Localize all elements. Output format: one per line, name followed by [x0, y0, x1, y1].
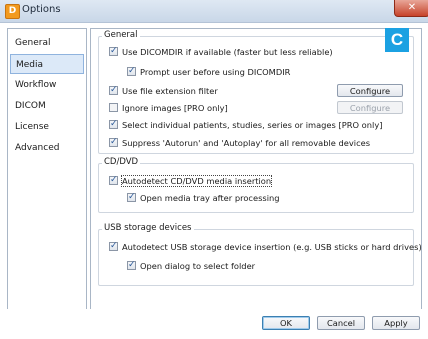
open-dialog-label: Open dialog to select folder — [140, 261, 256, 271]
apply-button[interactable]: Apply — [372, 316, 420, 330]
open-dialog-row[interactable]: Open dialog to select folder — [127, 259, 256, 272]
open-dialog-checkbox[interactable] — [127, 259, 136, 271]
select-individual-row[interactable]: Select individual patients, studies, ser… — [109, 118, 383, 131]
sidebar-item-workflow[interactable]: Workflow — [10, 75, 84, 95]
sidebar-nav: General Media Workflow DICOM License Adv… — [7, 28, 87, 321]
autodetect-usb-checkbox[interactable] — [109, 240, 118, 252]
autodetect-cd-row[interactable]: Autodetect CD/DVD media insertion — [109, 174, 273, 187]
file-extension-filter-label: Use file extension filter — [122, 86, 218, 96]
sidebar-item-general[interactable]: General — [10, 33, 84, 53]
open-tray-checkbox[interactable] — [127, 191, 136, 203]
autodetect-usb-label: Autodetect USB storage device insertion … — [122, 242, 422, 252]
use-dicomdir-row[interactable]: Use DICOMDIR if available (faster but le… — [109, 45, 333, 58]
sidebar-item-advanced[interactable]: Advanced — [10, 138, 84, 158]
corner-badge: C — [385, 28, 409, 52]
sidebar-item-media[interactable]: Media — [10, 54, 84, 74]
media-settings-panel: General Use DICOMDIR if available (faste… — [90, 28, 422, 310]
usb-group-title: USB storage devices — [102, 223, 194, 233]
suppress-autorun-checkbox[interactable] — [109, 136, 118, 148]
autodetect-usb-row[interactable]: Autodetect USB storage device insertion … — [109, 240, 422, 253]
ignore-images-checkbox[interactable] — [109, 103, 118, 112]
general-group-title: General — [102, 30, 140, 40]
use-dicomdir-checkbox[interactable] — [109, 45, 118, 57]
prompt-dicomdir-label: Prompt user before using DICOMDIR — [140, 67, 291, 77]
select-individual-checkbox[interactable] — [109, 118, 118, 130]
autodetect-cd-label: Autodetect CD/DVD media insertion — [120, 175, 273, 187]
cddvd-group-title: CD/DVD — [102, 157, 141, 167]
app-icon: D — [5, 4, 20, 19]
select-individual-label: Select individual patients, studies, ser… — [122, 120, 383, 130]
file-extension-filter-row[interactable]: Use file extension filter — [109, 84, 218, 97]
open-tray-row[interactable]: Open media tray after processing — [127, 191, 280, 204]
prompt-dicomdir-row[interactable]: Prompt user before using DICOMDIR — [127, 65, 291, 78]
open-tray-label: Open media tray after processing — [140, 193, 280, 203]
configure-filter-button[interactable]: Configure — [337, 84, 403, 97]
file-extension-filter-checkbox[interactable] — [109, 84, 118, 96]
sidebar-item-license[interactable]: License — [10, 117, 84, 137]
use-dicomdir-label: Use DICOMDIR if available (faster but le… — [122, 47, 333, 57]
window-title: Options — [22, 4, 61, 15]
options-window: D Options ✕ General Media Workflow DICOM… — [0, 0, 428, 339]
usb-group — [98, 229, 414, 286]
suppress-autorun-row[interactable]: Suppress 'Autorun' and 'Autoplay' for al… — [109, 136, 371, 149]
sidebar-item-dicom[interactable]: DICOM — [10, 96, 84, 116]
ok-button[interactable]: OK — [262, 316, 310, 330]
close-button[interactable]: ✕ — [394, 0, 428, 17]
ignore-images-row[interactable]: Ignore images [PRO only] — [109, 102, 228, 114]
cddvd-group — [98, 163, 414, 213]
suppress-autorun-label: Suppress 'Autorun' and 'Autoplay' for al… — [122, 138, 371, 148]
prompt-dicomdir-checkbox[interactable] — [127, 65, 136, 77]
title-bar[interactable]: D Options ✕ — [0, 0, 428, 23]
ignore-images-label: Ignore images [PRO only] — [122, 103, 228, 113]
autodetect-cd-checkbox[interactable] — [109, 174, 118, 186]
configure-ignore-button[interactable]: Configure — [337, 101, 403, 114]
cancel-button[interactable]: Cancel — [317, 316, 365, 330]
